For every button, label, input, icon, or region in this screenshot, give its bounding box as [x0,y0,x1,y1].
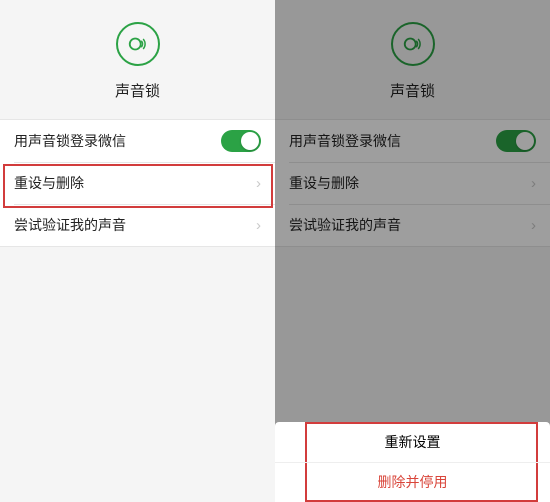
sheet-option-delete[interactable]: 删除并停用 [275,462,550,502]
voice-lock-icon [116,22,160,66]
row-reset-delete[interactable]: 重设与删除 › [0,162,275,204]
sheet-option-reset[interactable]: 重新设置 [275,422,550,462]
toggle-on-icon[interactable] [221,130,261,152]
chevron-right-icon: › [256,175,261,192]
row-label: 尝试验证我的声音 [14,215,126,235]
sheet-label: 删除并停用 [378,472,448,492]
row-login-with-voice[interactable]: 用声音锁登录微信 [0,120,275,162]
left-screenshot: 声音锁 用声音锁登录微信 重设与删除 › 尝试验证我的声音 › [0,0,275,502]
action-sheet: 重新设置 删除并停用 [275,422,550,502]
row-label: 重设与删除 [14,173,84,193]
sheet-label: 重新设置 [385,432,441,452]
settings-list: 用声音锁登录微信 重设与删除 › 尝试验证我的声音 › [0,119,275,247]
right-screenshot: 声音锁 用声音锁登录微信 重设与删除 › 尝试验证我的声音 › 重新设置 删除并… [275,0,550,502]
hero: 声音锁 [0,0,275,119]
page-title: 声音锁 [115,80,160,101]
chevron-right-icon: › [256,217,261,234]
row-label: 用声音锁登录微信 [14,131,126,151]
row-verify-voice[interactable]: 尝试验证我的声音 › [0,204,275,246]
